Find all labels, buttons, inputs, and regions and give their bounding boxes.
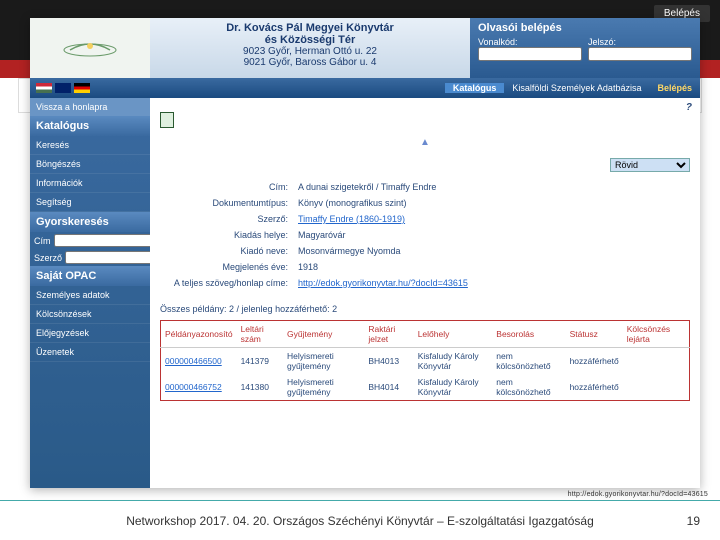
flag-en-icon[interactable] [55, 83, 71, 93]
language-flags [30, 83, 96, 93]
table-row: 000000466752 141380 Helyismereti gyűjtem… [161, 374, 690, 401]
sidebar-head-myopac: Saját OPAC [30, 266, 150, 286]
sidebar-item-search[interactable]: Keresés [30, 136, 150, 155]
meta-label: Kiadó neve: [162, 244, 292, 258]
meta-label: Megjelenés éve: [162, 260, 292, 274]
copies-table: Példányazonosító Leltári szám Gyűjtemény… [160, 320, 690, 401]
nav-persons-db[interactable]: Kisalföldi Személyek Adatbázisa [504, 83, 649, 93]
meta-label: Kiadás helye: [162, 228, 292, 242]
institution-name-2: és Közösségi Tér [154, 34, 466, 46]
record-metadata: Cím:A dunai szigetekről / Timaffy Endre … [160, 178, 690, 292]
nav-login[interactable]: Belépés [649, 83, 700, 93]
cell: Kisfaludy Károly Könyvtár [414, 348, 493, 375]
cell: 141380 [237, 374, 283, 401]
sidebar-item-loans[interactable]: Kölcsönzések [30, 305, 150, 324]
opac-window: Dr. Kovács Pál Megyei Könyvtár és Közöss… [30, 18, 700, 488]
body-area: Vissza a honlapra Katalógus Keresés Böng… [30, 98, 700, 488]
col-location: Lelőhely [414, 321, 493, 348]
footer-caption: Networkshop 2017. 04. 20. Országos Széch… [126, 514, 594, 528]
col-inventory: Leltári szám [237, 321, 283, 348]
col-category: Besorolás [492, 321, 565, 348]
document-type-icon [160, 112, 690, 131]
cell: nem kölcsönözhető [492, 374, 565, 401]
barcode-label: Vonalkód: [478, 37, 518, 47]
sidebar-item-info[interactable]: Információk [30, 174, 150, 193]
cell: hozzáférhető [566, 374, 623, 401]
logo-icon [60, 32, 120, 65]
meta-value-place: Magyaróvár [294, 228, 688, 242]
barcode-input[interactable] [478, 47, 582, 61]
meta-value-doctype: Könyv (monografikus szint) [294, 196, 688, 210]
col-status: Státusz [566, 321, 623, 348]
cell: hozzáférhető [566, 348, 623, 375]
meta-link-author[interactable]: Timaffy Endre (1860-1919) [294, 212, 688, 226]
footer-url-small: http://edok.gyorikonyvtar.hu/?docId=4361… [568, 491, 708, 498]
institution-name-1: Dr. Kovács Pál Megyei Könyvtár [154, 22, 466, 34]
cell: nem kölcsönözhető [492, 348, 565, 375]
page-number: 19 [687, 514, 700, 528]
reader-login-panel: Olvasói belépés Vonalkód: Jelszó: [470, 18, 700, 78]
flag-hu-icon[interactable] [36, 83, 52, 93]
cell: 141379 [237, 348, 283, 375]
library-logo [30, 18, 150, 78]
sidebar-item-messages[interactable]: Üzenetek [30, 343, 150, 362]
quicksearch-title-label: Cím [34, 236, 51, 246]
meta-link-fulltext[interactable]: http://edok.gyorikonyvtar.hu/?docId=4361… [294, 276, 688, 290]
meta-value-publisher: Mosonvármegye Nyomda [294, 244, 688, 258]
sidebar-back-home[interactable]: Vissza a honlapra [30, 98, 150, 116]
copy-id-link[interactable]: 000000466752 [161, 374, 237, 401]
meta-label: A teljes szöveg/honlap címe: [162, 276, 292, 290]
cell: BH4014 [364, 374, 413, 401]
sidebar-head-quicksearch: Gyorskeresés [30, 212, 150, 232]
cell [623, 348, 690, 375]
slide-footer: Networkshop 2017. 04. 20. Országos Széch… [0, 500, 720, 540]
meta-label: Cím: [162, 180, 292, 194]
flag-de-icon[interactable] [74, 83, 90, 93]
up-arrow-icon[interactable]: ▲ [160, 137, 690, 148]
sidebar-item-help[interactable]: Segítség [30, 193, 150, 212]
meta-value-title: A dunai szigetekről / Timaffy Endre [294, 180, 688, 194]
col-collection: Gyűjtemény [283, 321, 364, 348]
institution-info: Dr. Kovács Pál Megyei Könyvtár és Közöss… [150, 18, 470, 78]
col-shelf: Raktári jelzet [364, 321, 413, 348]
help-icon[interactable]: ? [686, 102, 692, 113]
cell: Helyismereti gyűjtemény [283, 374, 364, 401]
meta-label: Dokumentumtípus: [162, 196, 292, 210]
col-item-id: Példányazonosító [161, 321, 237, 348]
sidebar: Vissza a honlapra Katalógus Keresés Böng… [30, 98, 150, 488]
content-area: ? ▲ Rövid Cím:A dunai szigetekről / Tima… [150, 98, 700, 488]
sidebar-item-browse[interactable]: Böngészés [30, 155, 150, 174]
meta-value-year: 1918 [294, 260, 688, 274]
header: Dr. Kovács Pál Megyei Könyvtár és Közöss… [30, 18, 700, 78]
login-title: Olvasói belépés [478, 22, 692, 34]
col-due: Kölcsönzés lejárta [623, 321, 690, 348]
copies-summary: Összes példány: 2 / jelenleg hozzáférhet… [160, 304, 690, 314]
institution-address-2: 9021 Győr, Baross Gábor u. 4 [154, 57, 466, 68]
password-input[interactable] [588, 47, 692, 61]
view-format-select[interactable]: Rövid [610, 158, 690, 172]
nav-catalog[interactable]: Katalógus [445, 83, 505, 93]
top-nav: Katalógus Kisalföldi Személyek Adatbázis… [30, 78, 700, 98]
meta-label: Szerző: [162, 212, 292, 226]
sidebar-item-reservations[interactable]: Előjegyzések [30, 324, 150, 343]
institution-address-1: 9023 Győr, Herman Ottó u. 22 [154, 46, 466, 57]
sidebar-item-personal[interactable]: Személyes adatok [30, 286, 150, 305]
cell: Helyismereti gyűjtemény [283, 348, 364, 375]
table-row: 000000466500 141379 Helyismereti gyűjtem… [161, 348, 690, 375]
password-label: Jelszó: [588, 37, 616, 47]
cell [623, 374, 690, 401]
sidebar-head-catalog: Katalógus [30, 116, 150, 136]
cell: Kisfaludy Károly Könyvtár [414, 374, 493, 401]
copy-id-link[interactable]: 000000466500 [161, 348, 237, 375]
quicksearch-author-label: Szerző [34, 253, 62, 263]
cell: BH4013 [364, 348, 413, 375]
